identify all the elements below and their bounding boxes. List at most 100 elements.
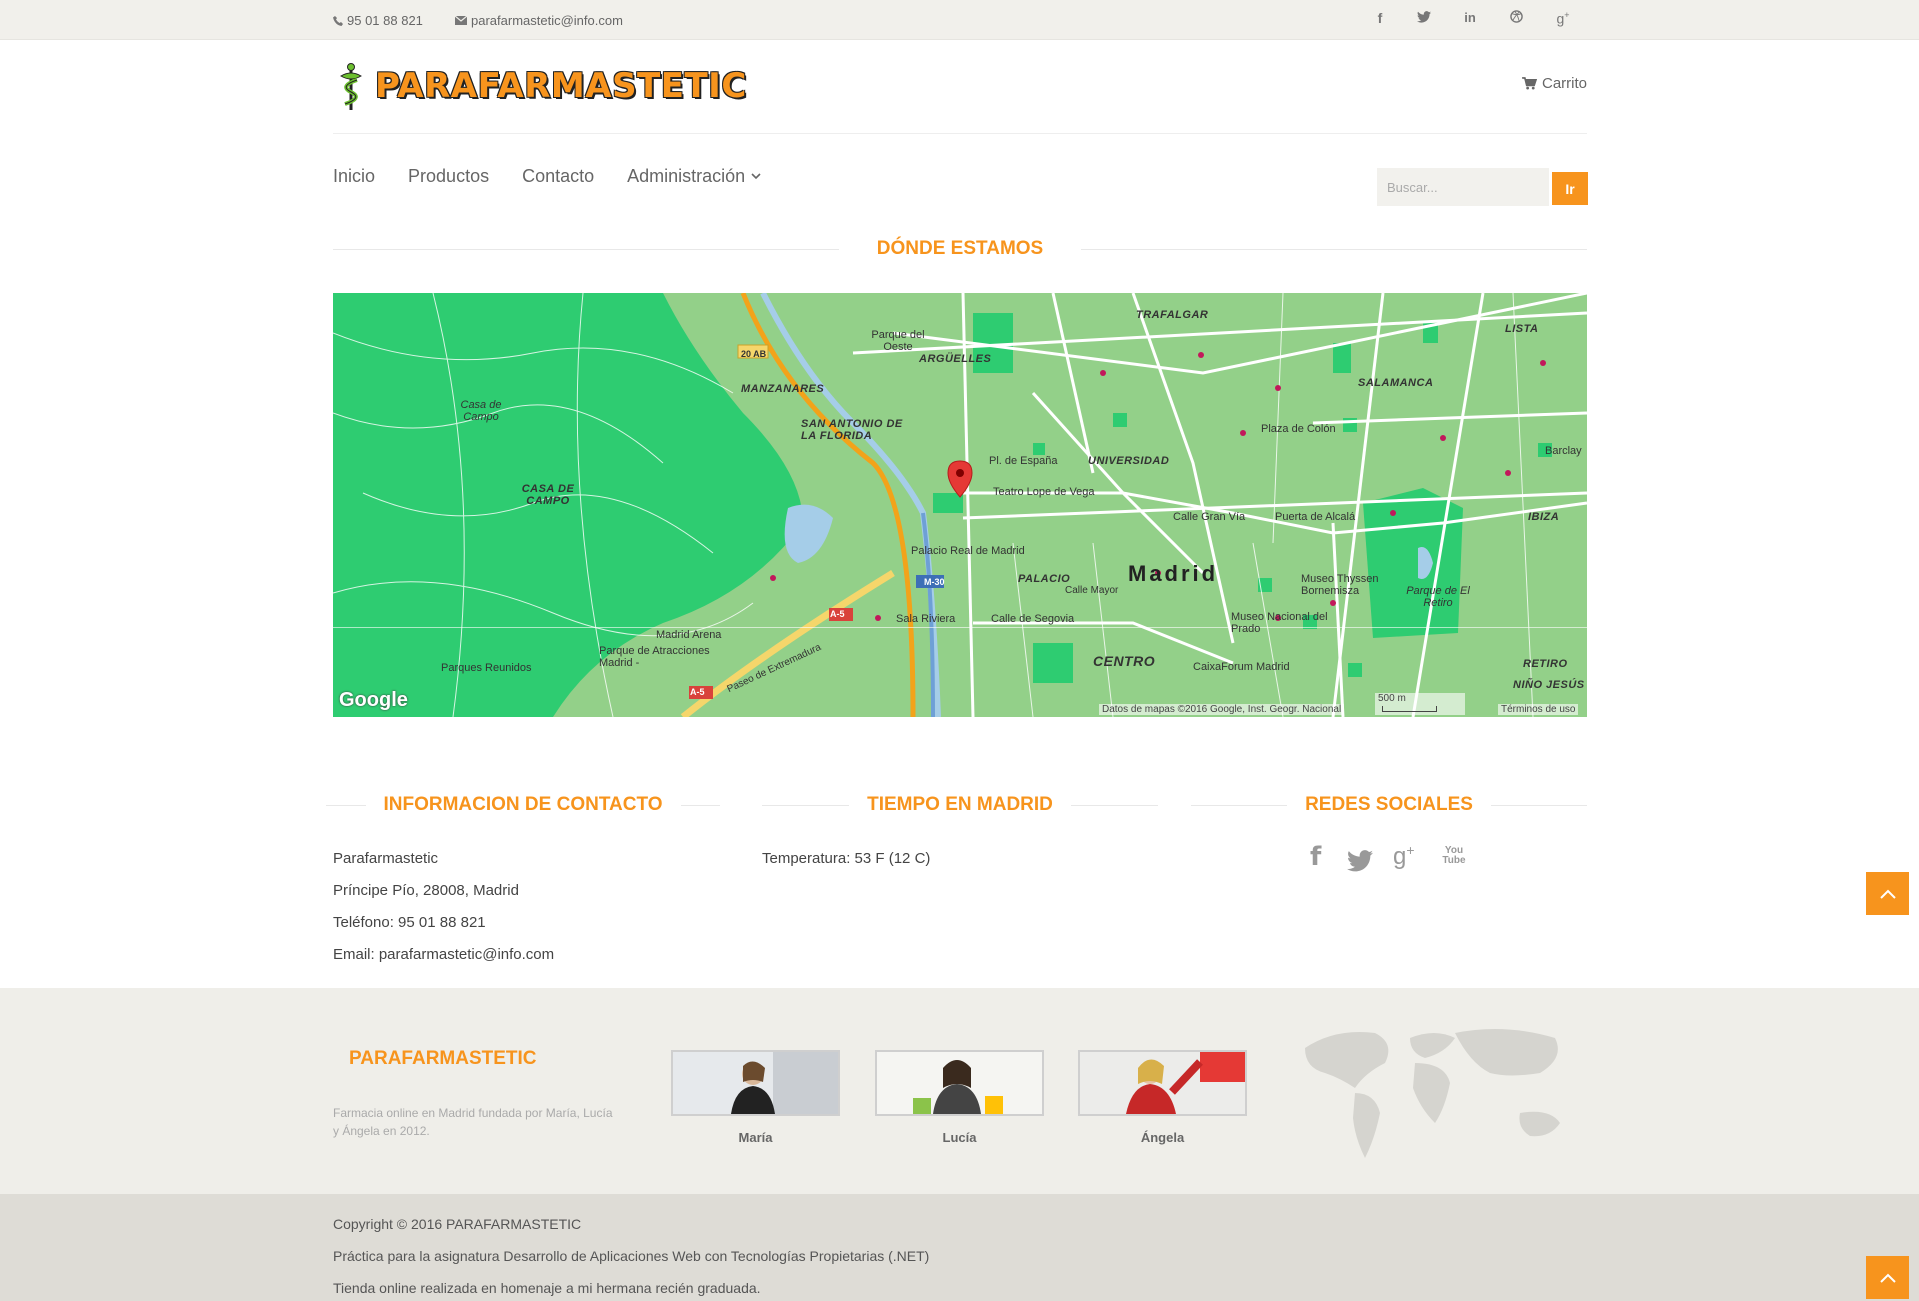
team-member-name: María xyxy=(738,1130,773,1145)
search-input[interactable] xyxy=(1377,168,1549,206)
topbar-phone: 95 01 88 821 xyxy=(333,13,423,28)
chevron-down-icon xyxy=(751,173,761,180)
envelope-icon xyxy=(455,16,467,25)
nav-item-contacto[interactable]: Contacto xyxy=(522,166,594,187)
map-label-parque-oeste: Parque del Oeste xyxy=(871,329,925,353)
contact-heading: INFORMACION DE CONTACTO xyxy=(326,794,721,816)
team-member-card[interactable]: Ángela xyxy=(1078,1050,1247,1145)
contact-address: Príncipe Pío, 28008, Madrid xyxy=(333,882,519,899)
scroll-to-top-button[interactable] xyxy=(1866,1256,1909,1299)
cart-link[interactable]: Carrito xyxy=(1522,75,1587,92)
youtube-icon-text: You Tube xyxy=(1442,845,1466,866)
dribbble-icon[interactable] xyxy=(1506,10,1526,26)
map-label-caixaforum: CaixaForum Madrid xyxy=(1193,661,1290,673)
map-heading: DÓNDE ESTAMOS xyxy=(333,238,1587,260)
youtube-icon[interactable]: You Tube xyxy=(1442,846,1466,866)
twitter-icon[interactable] xyxy=(1414,10,1434,26)
map-label-puerta-alcala: Puerta de Alcalá xyxy=(1275,511,1356,523)
map-scale-label: 500 m xyxy=(1378,693,1406,704)
map-label-teatro: Teatro Lope de Vega xyxy=(993,486,1095,498)
map-label-barclay: Barclay xyxy=(1545,445,1582,457)
search-button[interactable]: Ir xyxy=(1552,172,1588,205)
logo-text: PARAFARMASTETIC xyxy=(375,66,747,106)
contact-title: INFORMACION DE CONTACTO xyxy=(383,794,663,815)
google-logo: Google xyxy=(339,689,408,711)
map-label-a5-south: A-5 xyxy=(690,687,705,697)
facebook-icon[interactable]: f xyxy=(1310,842,1321,872)
linkedin-icon[interactable]: in xyxy=(1460,10,1480,25)
map-label-calle-mayor: Calle Mayor xyxy=(1065,585,1119,596)
map-attribution: Datos de mapas ©2016 Google, Inst. Geogr… xyxy=(1099,704,1345,715)
footer-description: Farmacia online en Madrid fundada por Ma… xyxy=(333,1106,613,1138)
team-member-name: Lucía xyxy=(942,1130,977,1145)
footer-brand: PARAFARMASTETIC xyxy=(349,1048,537,1069)
map-label-salamanca: SALAMANCA xyxy=(1358,377,1434,389)
twitter-icon[interactable] xyxy=(1347,848,1373,879)
heading-rule xyxy=(326,804,366,806)
world-map-image xyxy=(1305,1029,1560,1158)
nav-item-productos[interactable]: Productos xyxy=(408,166,489,187)
nav-item-inicio[interactable]: Inicio xyxy=(333,166,375,187)
map-scale: 500 m xyxy=(1375,693,1465,715)
chevron-up-icon xyxy=(1879,1273,1896,1283)
map-label-madrid: Madrid xyxy=(1128,561,1219,586)
heading-rule xyxy=(1081,248,1587,250)
map-label-thyssen: Museo Thyssen Bornemisza xyxy=(1301,573,1379,597)
map-label-arguelles: ARGÜELLES xyxy=(919,353,992,365)
nav-item-administracion-label: Administración xyxy=(627,166,746,186)
google-plus-icon[interactable]: g+ xyxy=(1553,10,1573,27)
contact-info: Parafarmastetic Príncipe Pío, 28008, Mad… xyxy=(333,843,554,971)
map-label-parques-reunidos: Parques Reunidos xyxy=(441,662,532,674)
topbar-email[interactable]: parafarmastetic@info.com xyxy=(455,13,623,28)
map-title: DÓNDE ESTAMOS xyxy=(876,238,1044,259)
map-label-trafalgar: TRAFALGAR xyxy=(1136,309,1209,321)
map-label-madrid-arena: Madrid Arena xyxy=(656,629,722,641)
weather-heading: TIEMPO EN MADRID xyxy=(762,794,1158,816)
footer-credits: Copyright © 2016 PARAFARMASTETIC Práctic… xyxy=(333,1208,929,1301)
team-member-photo xyxy=(1078,1050,1247,1116)
map-label-parque-atracciones: Parque de Atracciones Madrid - xyxy=(599,645,710,669)
scroll-to-top-button[interactable] xyxy=(1866,872,1909,915)
map-label-ab20: 20 AB xyxy=(741,349,767,359)
phone-icon xyxy=(333,15,343,26)
contact-email: Email: parafarmastetic@info.com xyxy=(333,946,555,963)
topbar-email-text: parafarmastetic@info.com xyxy=(471,13,623,28)
footer-line2: Práctica para la asignatura Desarrollo d… xyxy=(333,1248,930,1264)
map-label-casa-campo-area: CASA DE CAMPO xyxy=(521,483,575,507)
google-map[interactable]: 20 AB M-30 A-5 A-5 Madrid TRAFALGAR ARGÜ… xyxy=(333,293,1587,717)
contact-phone: Teléfono: 95 01 88 821 xyxy=(333,914,486,931)
site-logo[interactable]: PARAFARMASTETIC xyxy=(333,62,747,110)
map-label-retiro-park: Parque de El Retiro xyxy=(1406,585,1470,609)
map-label-plaza-colon: Plaza de Colón xyxy=(1261,423,1336,435)
map-terms-link[interactable]: Términos de uso xyxy=(1498,704,1579,715)
main-nav: Inicio Productos Contacto Administración xyxy=(333,166,761,187)
team-member-card[interactable]: María xyxy=(671,1050,840,1145)
team-member-photo xyxy=(671,1050,840,1116)
map-label-gran-via: Calle Gran Vía xyxy=(1173,511,1246,523)
google-plus-icon[interactable]: g+ xyxy=(1393,842,1415,871)
heading-rule xyxy=(762,804,850,806)
footer-bottom: Copyright © 2016 PARAFARMASTETIC Práctic… xyxy=(0,1194,1919,1301)
cart-label: Carrito xyxy=(1541,75,1587,92)
team-member-card[interactable]: Lucía xyxy=(875,1050,1044,1145)
map-label-san-antonio: SAN ANTONIO DE LA FLORIDA xyxy=(801,418,903,442)
heading-rule xyxy=(680,804,721,806)
map-label-lista: LISTA xyxy=(1505,323,1539,335)
shopping-cart-icon xyxy=(1522,77,1537,90)
heading-rule xyxy=(333,248,839,250)
map-label-nino-jesus: NIÑO JESÚS xyxy=(1513,679,1585,691)
facebook-icon[interactable]: f xyxy=(1370,10,1390,26)
nav-item-administracion[interactable]: Administración xyxy=(627,166,761,187)
map-label-universidad: UNIVERSIDAD xyxy=(1088,455,1170,467)
map-label-casa-campo: Casa de Campo xyxy=(460,399,502,423)
team-member-photo xyxy=(875,1050,1044,1116)
map-label-retiro: RETIRO xyxy=(1523,658,1568,670)
chevron-up-icon xyxy=(1879,889,1896,899)
map-label-m30: M-30 xyxy=(924,577,945,587)
map-label-prado: Museo Nacional del Prado xyxy=(1231,611,1328,635)
map-label-sala-riviera: Sala Riviera xyxy=(896,613,956,625)
map-scale-bar xyxy=(1382,706,1437,713)
caduceus-icon xyxy=(340,63,362,110)
map-label-calle-segovia: Calle de Segovia xyxy=(991,613,1075,625)
heading-rule xyxy=(1070,804,1158,806)
